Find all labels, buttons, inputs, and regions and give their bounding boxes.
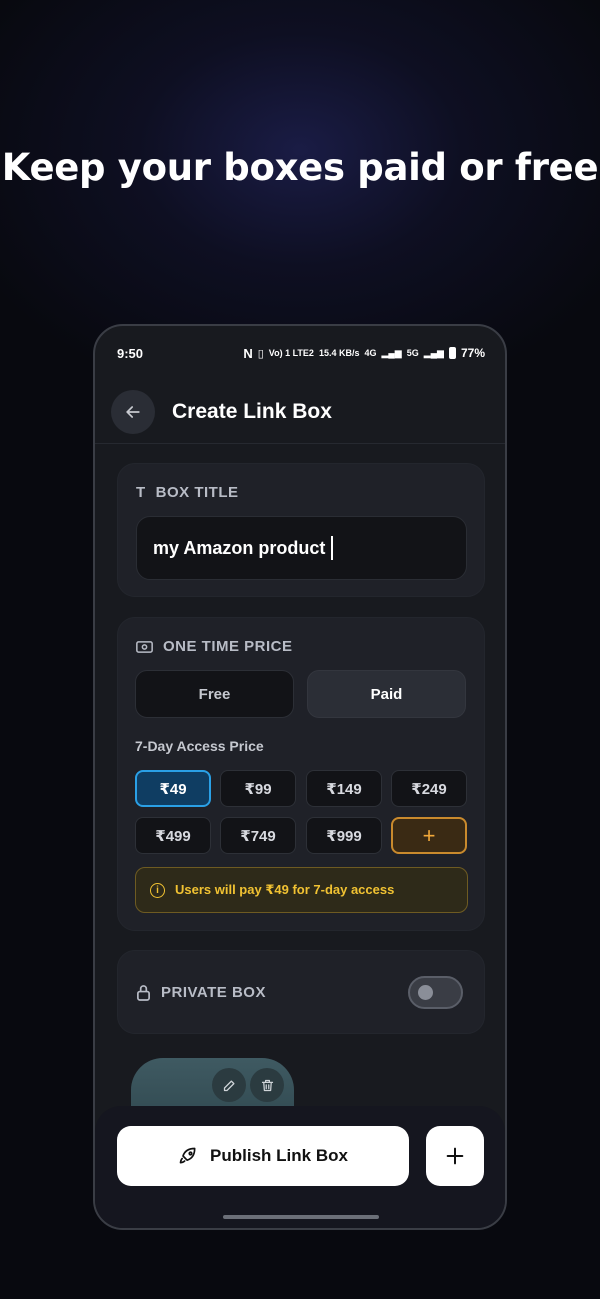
page-title: Create Link Box xyxy=(172,399,332,423)
network-text: Vo) 1 LTE2 xyxy=(268,348,314,358)
nfc-icon: N xyxy=(243,345,253,361)
net-5g: 5G xyxy=(406,348,419,358)
rocket-icon xyxy=(179,1147,196,1164)
add-custom-price-button[interactable]: + xyxy=(391,817,467,854)
battery-icon xyxy=(448,347,456,359)
plus-icon xyxy=(446,1147,464,1165)
box-title-card: T BOX TITLE my Amazon product xyxy=(117,463,485,597)
signal-icon: ▂▄▆ xyxy=(381,347,402,358)
net-4g: 4G xyxy=(364,348,377,358)
price-label: ONE TIME PRICE xyxy=(163,638,293,655)
back-button[interactable] xyxy=(111,389,155,434)
pencil-icon xyxy=(223,1080,234,1091)
free-option[interactable]: Free xyxy=(135,670,294,718)
status-bar: 9:50 N ▯ Vo) 1 LTE2 15.4 KB/s 4G ▂▄▆ 5G … xyxy=(95,326,505,380)
vibrate-icon: ▯ xyxy=(257,347,264,360)
paid-option[interactable]: Paid xyxy=(307,670,466,718)
box-title-value: my Amazon product xyxy=(153,537,326,558)
price-info-banner: i Users will pay ₹49 for 7-day access xyxy=(135,867,468,913)
price-chip-499[interactable]: ₹499 xyxy=(135,817,211,854)
private-box-toggle[interactable] xyxy=(408,976,463,1009)
price-chip-149[interactable]: ₹149 xyxy=(306,770,382,807)
publish-button[interactable]: Publish Link Box xyxy=(117,1126,409,1186)
phone-frame: 9:50 N ▯ Vo) 1 LTE2 15.4 KB/s 4G ▂▄▆ 5G … xyxy=(93,324,507,1230)
price-info-text: Users will pay ₹49 for 7-day access xyxy=(175,882,395,897)
price-chip-749[interactable]: ₹749 xyxy=(220,817,296,854)
delete-button[interactable] xyxy=(250,1068,284,1102)
trash-icon xyxy=(261,1079,273,1091)
lock-icon xyxy=(137,985,150,1001)
private-box-label: PRIVATE BOX xyxy=(161,984,266,1001)
home-indicator[interactable] xyxy=(223,1215,379,1219)
box-title-input[interactable]: my Amazon product xyxy=(136,516,467,580)
arrow-left-icon xyxy=(126,405,140,418)
info-icon: i xyxy=(150,882,165,898)
box-title-label: BOX TITLE xyxy=(155,484,239,501)
price-chip-999[interactable]: ₹999 xyxy=(306,817,382,854)
speed-text: 15.4 KB/s xyxy=(318,348,360,358)
status-time: 9:50 xyxy=(117,345,144,361)
signal-icon-2: ▂▄▆ xyxy=(423,347,444,358)
private-box-label-row: PRIVATE BOX xyxy=(136,984,266,1001)
price-label-row: ONE TIME PRICE xyxy=(136,638,293,655)
bottom-action-bar: Publish Link Box xyxy=(95,1106,505,1228)
access-price-label: 7-Day Access Price xyxy=(135,738,264,754)
text-icon: T xyxy=(136,484,146,501)
cash-icon xyxy=(136,640,153,653)
price-chip-249[interactable]: ₹249 xyxy=(391,770,467,807)
box-title-label-row: T BOX TITLE xyxy=(136,484,239,501)
toggle-knob xyxy=(418,985,433,1000)
price-chip-99[interactable]: ₹99 xyxy=(220,770,296,807)
text-caret xyxy=(331,536,334,560)
status-icons: N ▯ Vo) 1 LTE2 15.4 KB/s 4G ▂▄▆ 5G ▂▄▆ 7… xyxy=(243,346,485,361)
price-chip-49[interactable]: ₹49 xyxy=(135,770,211,807)
battery-percent: 77% xyxy=(460,346,485,360)
app-bar: Create Link Box xyxy=(95,380,505,444)
price-card: ONE TIME PRICE Free Paid 7-Day Access Pr… xyxy=(117,617,485,931)
edit-button[interactable] xyxy=(212,1068,246,1102)
add-button[interactable] xyxy=(426,1126,484,1186)
headline: Keep your boxes paid or free xyxy=(1,146,599,189)
publish-label: Publish Link Box xyxy=(210,1146,348,1165)
private-box-card: PRIVATE BOX xyxy=(117,950,485,1034)
